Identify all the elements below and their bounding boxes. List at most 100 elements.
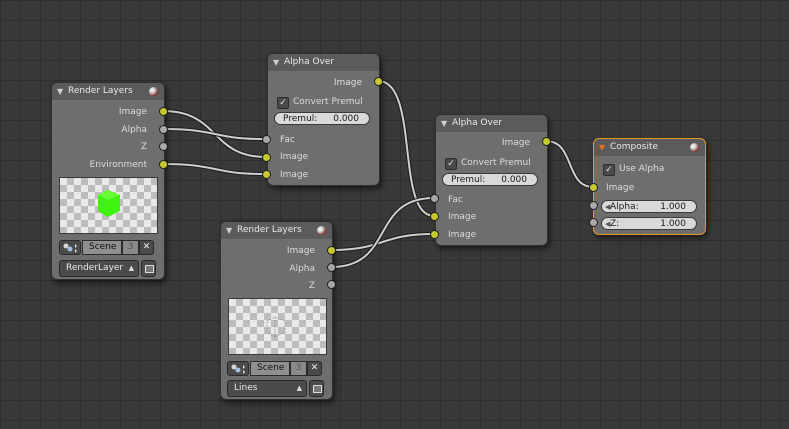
output-label-alpha: Alpha — [289, 264, 315, 274]
socket-rl1-image[interactable] — [159, 107, 168, 116]
output-label-environment: Environment — [89, 160, 147, 170]
render-preview — [228, 298, 327, 355]
premul-field[interactable]: Premul: 0.000 — [274, 112, 370, 125]
preview-sphere-icon[interactable] — [317, 226, 326, 235]
output-label-image: Image — [286, 246, 315, 256]
input-label-image-2: Image — [448, 230, 477, 240]
output-label-alpha: Alpha — [121, 125, 147, 135]
node-header[interactable]: ▼ Render Layers — [52, 83, 164, 100]
socket-rl1-alpha[interactable] — [159, 125, 168, 134]
socket-composite-alpha[interactable] — [589, 201, 598, 210]
socket-ao1-image-2[interactable] — [262, 170, 271, 179]
node-title: Composite — [610, 142, 659, 152]
socket-ao2-image-2[interactable] — [430, 230, 439, 239]
use-alpha-label: Use Alpha — [619, 164, 665, 174]
alpha-value: 1.000 — [660, 202, 686, 212]
render-layer-value: RenderLayer — [66, 263, 124, 273]
collapse-triangle-icon[interactable]: ▼ — [226, 222, 232, 239]
input-label-fac: Fac — [448, 195, 463, 205]
output-label-z: Z — [140, 142, 147, 152]
convert-premul-label: Convert Premul — [293, 97, 363, 107]
z-label: Z: — [610, 219, 620, 229]
link-ao1-to-ao2-image — [376, 79, 436, 218]
scene-browse-button[interactable] — [227, 361, 249, 376]
convert-premul-label: Convert Premul — [461, 158, 531, 168]
premul-field[interactable]: Premul: 0.000 — [442, 173, 538, 186]
lines-preview — [266, 316, 286, 338]
socket-rl2-alpha[interactable] — [327, 263, 336, 272]
output-label-image: Image — [333, 78, 362, 88]
decrement-arrow-icon[interactable]: ◀ — [605, 201, 610, 214]
render-layer-select[interactable]: Lines ▲ — [227, 380, 307, 397]
green-cube-preview — [98, 190, 120, 217]
collapse-triangle-icon[interactable]: ▼ — [441, 115, 447, 132]
node-title: Alpha Over — [452, 118, 503, 128]
premul-value: 0.000 — [333, 114, 359, 124]
scene-icon — [63, 243, 77, 253]
node-title: Render Layers — [237, 225, 302, 235]
socket-composite-z[interactable] — [589, 218, 598, 227]
scene-users-count: 3 — [290, 361, 307, 376]
z-field[interactable]: ◀ Z: 1.000 — [601, 217, 697, 230]
socket-ao2-fac[interactable] — [430, 194, 439, 203]
use-alpha-checkbox[interactable]: ✓ — [603, 164, 615, 176]
unlink-scene-button[interactable]: ✕ — [139, 240, 154, 255]
alpha-over-node-2[interactable]: ▼ Alpha Over Image ✓ Convert Premul Prem… — [435, 114, 548, 246]
alpha-field[interactable]: ◀ Alpha: 1.000 — [601, 200, 697, 213]
scene-icon — [231, 364, 245, 374]
premul-label: Premul: — [451, 175, 486, 185]
scene-field[interactable]: Scene — [250, 361, 290, 376]
socket-ao1-fac[interactable] — [262, 135, 271, 144]
socket-rl1-z[interactable] — [159, 142, 168, 151]
render-layer-value: Lines — [234, 383, 258, 393]
scene-users-count: 3 — [122, 240, 139, 255]
render-layers-node-2[interactable]: ▼ Render Layers Image Alpha Z Scene 3 ✕ … — [220, 221, 333, 400]
socket-ao2-output-image[interactable] — [542, 137, 551, 146]
socket-rl2-image[interactable] — [327, 246, 336, 255]
scene-browse-button[interactable] — [59, 240, 81, 255]
preview-sphere-icon[interactable] — [690, 143, 699, 152]
node-header[interactable]: ▼ Alpha Over — [436, 115, 547, 132]
collapse-triangle-icon[interactable]: ▼ — [273, 54, 279, 71]
updown-icon: ▲ — [128, 264, 134, 272]
output-label-image: Image — [501, 138, 530, 148]
input-label-image-1: Image — [448, 212, 477, 222]
socket-ao1-image-1[interactable] — [262, 153, 271, 162]
composite-node[interactable]: ▼ Composite ✓ Use Alpha Image ◀ Alpha: 1… — [593, 138, 706, 235]
premul-value: 0.000 — [501, 175, 527, 185]
input-label-image-2: Image — [280, 170, 309, 180]
output-label-z: Z — [308, 281, 315, 291]
node-title: Render Layers — [68, 86, 133, 96]
node-title: Alpha Over — [284, 57, 335, 67]
alpha-label: Alpha: — [610, 202, 639, 212]
preview-sphere-icon[interactable] — [149, 87, 158, 96]
premul-label: Premul: — [283, 114, 318, 124]
render-preview — [59, 177, 158, 234]
updown-icon: ▲ — [296, 384, 302, 392]
socket-rl2-z[interactable] — [327, 280, 336, 289]
render-layer-select[interactable]: RenderLayer ▲ — [59, 260, 139, 277]
convert-premul-checkbox[interactable]: ✓ — [445, 158, 457, 170]
input-label-image: Image — [606, 183, 635, 193]
socket-rl1-environment[interactable] — [159, 160, 168, 169]
socket-ao1-output-image[interactable] — [374, 77, 383, 86]
render-layers-node-1[interactable]: ▼ Render Layers Image Alpha Z Environmen… — [51, 82, 165, 280]
unlink-scene-button[interactable]: ✕ — [307, 361, 322, 376]
node-header[interactable]: ▼ Render Layers — [221, 222, 332, 239]
render-button[interactable] — [141, 260, 156, 277]
output-label-image: Image — [118, 107, 147, 117]
decrement-arrow-icon[interactable]: ◀ — [605, 218, 610, 231]
collapse-triangle-icon[interactable]: ▼ — [599, 139, 605, 156]
scene-field[interactable]: Scene — [82, 240, 122, 255]
socket-ao2-image-1[interactable] — [430, 212, 439, 221]
node-header[interactable]: ▼ Alpha Over — [268, 54, 379, 71]
z-value: 1.000 — [660, 219, 686, 229]
collapse-triangle-icon[interactable]: ▼ — [57, 83, 63, 100]
socket-composite-image[interactable] — [589, 183, 598, 192]
convert-premul-checkbox[interactable]: ✓ — [277, 97, 289, 109]
input-label-image-1: Image — [280, 152, 309, 162]
input-label-fac: Fac — [280, 135, 295, 145]
render-button[interactable] — [309, 380, 324, 397]
alpha-over-node-1[interactable]: ▼ Alpha Over Image ✓ Convert Premul Prem… — [267, 53, 380, 186]
node-header[interactable]: ▼ Composite — [594, 139, 705, 156]
